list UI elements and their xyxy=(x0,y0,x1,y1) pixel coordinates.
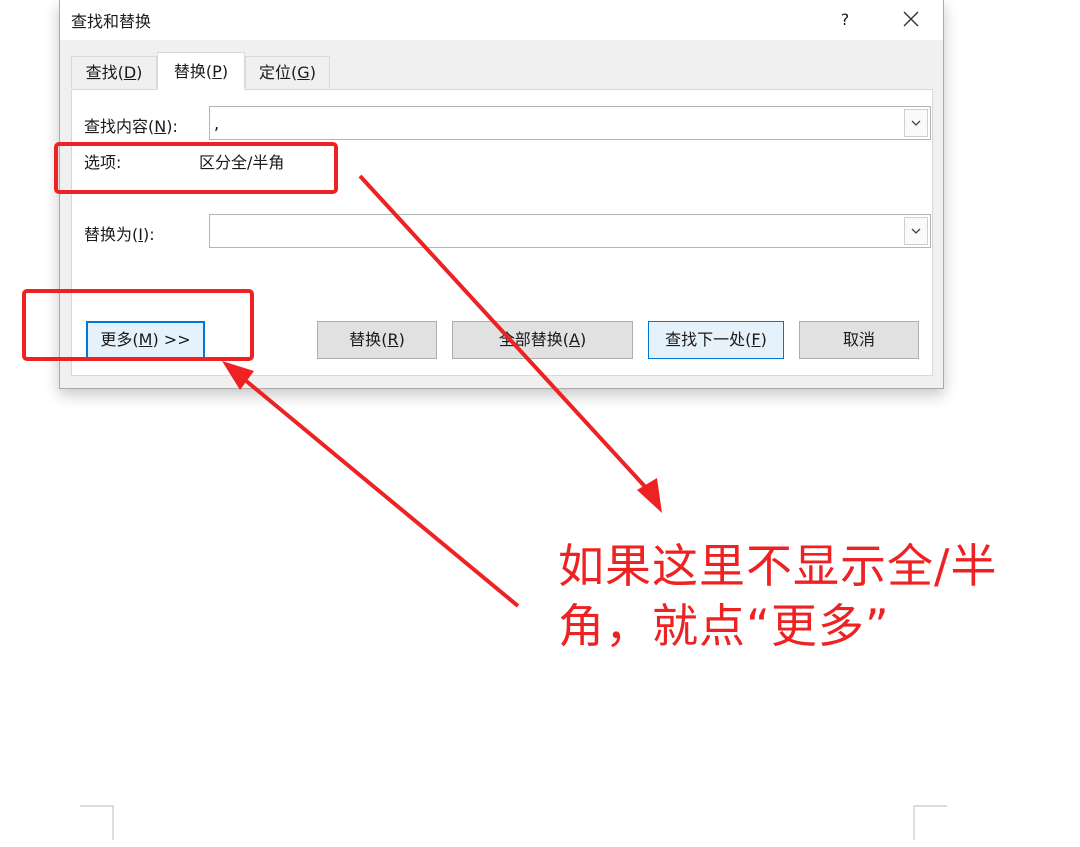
page-crop-marks xyxy=(80,805,947,840)
tab-replace[interactable]: 替换(P) xyxy=(157,52,245,90)
crop-mark-left xyxy=(80,805,114,840)
crop-mark-right xyxy=(913,805,947,840)
